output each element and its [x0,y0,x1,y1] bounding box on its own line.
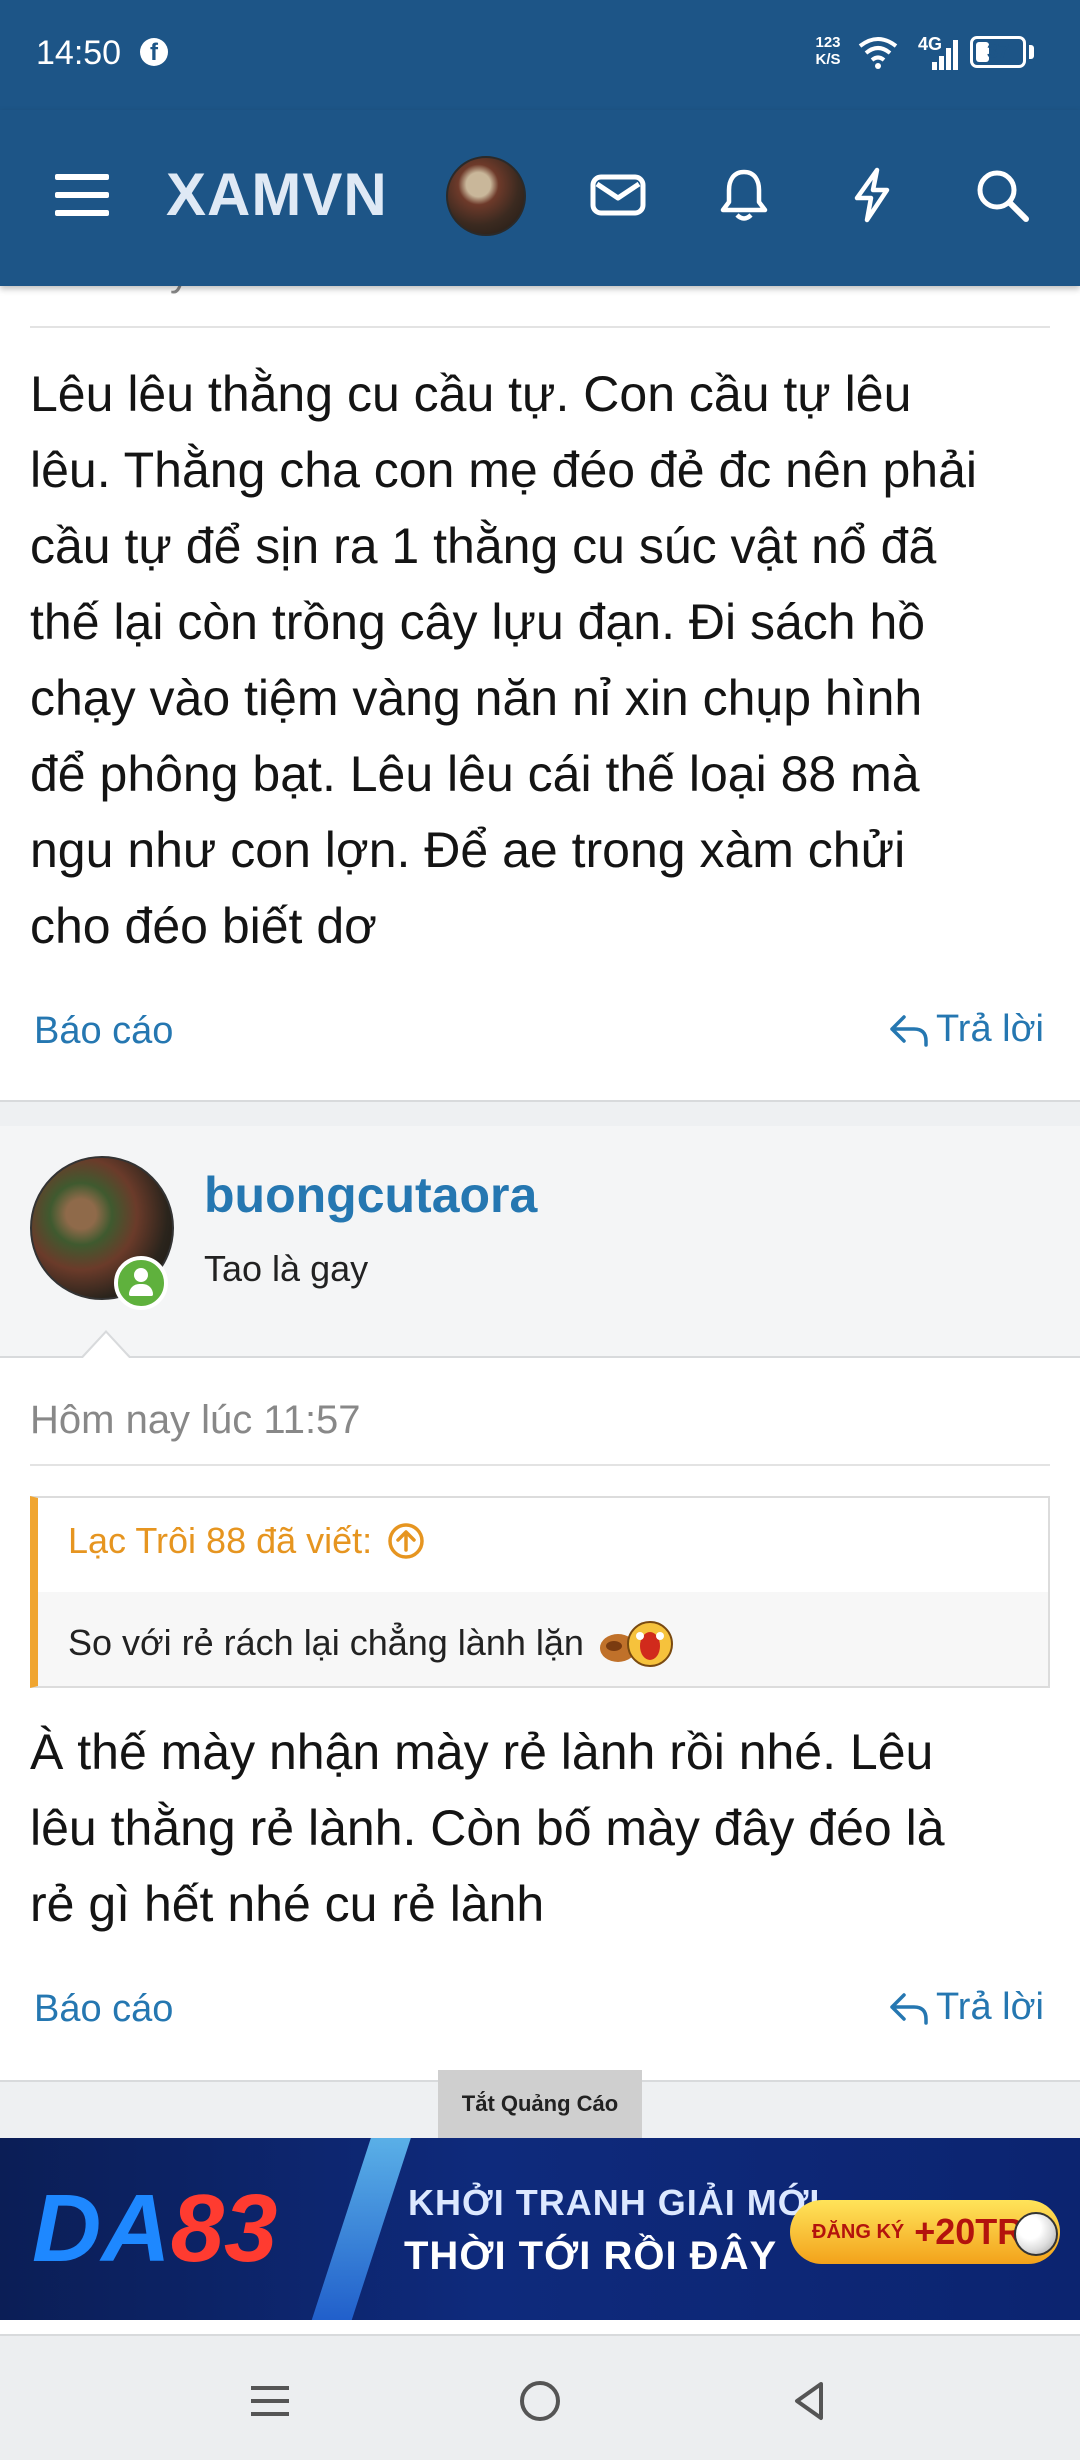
wifi-icon [858,37,898,69]
bell-icon [720,169,768,221]
ad-logo: DA83 [32,2174,277,2284]
mail-icon [590,174,646,216]
battery-tip [1029,45,1034,59]
battery-icon: 37 [970,36,1026,68]
back-icon [795,2382,823,2420]
reply-icon [890,1014,928,1047]
post-line: lêu thằng rẻ lành. Còn bố mày đây đéo là [30,1800,945,1856]
post-separator [0,1100,1080,1128]
quote-text: So với rẻ rách lại chẳng lành lặn [68,1622,584,1663]
menu-button[interactable] [42,155,122,235]
reply-button[interactable]: Trả lời [888,1986,1044,2029]
post-line: lêu. Thằng cha con mẹ đéo đẻ đc nên phải [30,442,977,498]
online-status-icon [114,1256,168,1310]
user-title: Tao là gay [204,1248,369,1289]
reply-label: Trả lời [936,1986,1044,2028]
bolt-icon [854,167,890,223]
post-body: À thế mày nhận mày rẻ lành rồi nhé. Lêu … [30,1714,1060,1942]
quote-text-row: So với rẻ rách lại chẳng lành lặn [68,1616,678,1670]
quote-block: Lạc Trôi 88 đã viết: So với rẻ rách lại … [30,1496,1050,1688]
reply-icon [890,1992,928,2025]
ad-divider-slash [302,2138,418,2320]
post-line: cầu tự để sịn ra 1 thằng cu súc vật nổ đ… [30,518,937,574]
post-body: Lêu lêu thằng cu cầu tự. Con cầu tự lêu … [30,356,1060,964]
status-time: 14:50 [36,34,122,72]
ad-logo-83: 83 [170,2175,278,2282]
inbox-button[interactable] [578,155,658,235]
post-line: để phông bạt. Lêu lêu cái thế loại 88 mà [30,746,920,802]
emoji-icon [599,1621,673,1667]
home-icon [520,2381,560,2421]
ad-register-amount: +20TR [914,2211,1024,2252]
account-avatar[interactable] [446,156,526,236]
quote-author: Lạc Trôi 88 đã viết: [68,1520,373,1561]
report-link[interactable]: Báo cáo [34,1988,173,2031]
network-speed: 123 K/S [808,34,848,68]
signal-icon [932,40,958,70]
post-line: thế lại còn trồng cây lựu đạn. Đi sách h… [30,594,926,650]
reply-button[interactable]: Trả lời [888,1008,1044,1051]
search-button[interactable] [962,155,1042,235]
network-speed-unit: K/S [815,51,841,68]
ad-logo-da: DA [32,2175,171,2282]
ad-subheadline: THỜI TỚI RỒI ĐÂY [404,2234,778,2278]
divider [30,326,1050,328]
battery-percent: 37 [986,41,1010,63]
post-line: rẻ gì hết nhé cu rẻ lành [30,1876,545,1932]
site-title[interactable]: XAMVN [166,160,388,229]
ad-banner[interactable]: DA83 KHỞI TRANH GIẢI MỚI THỜI TỚI RỒI ĐÂ… [0,2138,1080,2320]
ad-register-label: ĐĂNG KÝ [812,2220,905,2243]
back-button[interactable] [770,2366,850,2436]
ad-headline: KHỞI TRANH GIẢI MỚI [408,2182,821,2223]
divider [30,1464,1050,1466]
message-pointer-inner [82,1333,130,1359]
app-header: XAMVN [0,110,1080,286]
alerts-button[interactable] [704,155,784,235]
facebook-icon: f [140,38,168,66]
system-nav-bar [0,2334,1080,2460]
reply-label: Trả lời [936,1008,1044,1050]
recent-apps-button[interactable] [230,2366,310,2436]
post-line: chạy vào tiệm vàng năn nỉ xin chụp hình [30,670,923,726]
post-line: cho đéo biết dơ [30,898,377,954]
recent-apps-icon [251,2386,289,2416]
quote-header: Lạc Trôi 88 đã viết: [38,1498,1048,1592]
whats-new-button[interactable] [832,155,912,235]
search-icon [977,170,1029,222]
post-line: Lêu lêu thằng cu cầu tự. Con cầu tự lêu [30,366,912,422]
home-button[interactable] [500,2366,580,2436]
post-author-block: buongcutaora Tao là gay [0,1126,1080,1358]
close-ad-button[interactable]: Tắt Quảng Cáo [438,2070,642,2138]
username-link[interactable]: buongcutaora [204,1166,537,1224]
arrow-up-circle-icon [388,1523,424,1559]
network-speed-value: 123 [815,34,841,51]
soccer-ball-icon [1014,2212,1058,2256]
quote-author-link[interactable]: Lạc Trôi 88 đã viết: [68,1520,426,1562]
report-link[interactable]: Báo cáo [34,1010,173,1053]
post-line: ngu như con lợn. Để ae trong xàm chửi [30,822,906,878]
post-timestamp[interactable]: Hôm nay lúc 11:57 [30,1398,361,1443]
post-line: À thế mày nhận mày rẻ lành rồi nhé. Lêu [30,1724,934,1780]
menu-icon [55,174,109,216]
status-bar: 14:50 f 123 K/S 4G 37 [0,0,1080,110]
